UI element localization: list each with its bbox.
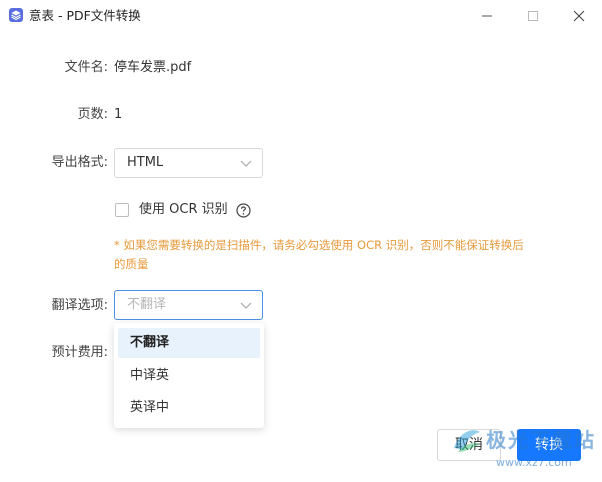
dropdown-option-no-translate[interactable]: 不翻译 (118, 328, 260, 358)
minimize-icon (482, 15, 492, 17)
format-select-value: HTML (127, 155, 164, 170)
cancel-button[interactable]: 取消 (437, 429, 501, 461)
translate-select[interactable]: 不翻译 (114, 290, 263, 320)
dropdown-option-en-zh[interactable]: 英译中 (118, 393, 260, 423)
ocr-checkbox[interactable] (115, 203, 129, 217)
translate-dropdown: 不翻译 中译英 英译中 (114, 323, 264, 428)
format-label: 导出格式: (51, 155, 108, 170)
maximize-button[interactable] (510, 0, 556, 32)
chevron-down-icon (240, 160, 252, 167)
ocr-label[interactable]: 使用 OCR 识别 (139, 202, 228, 218)
translate-label: 翻译选项: (51, 298, 108, 313)
pages-label: 页数: (77, 107, 108, 122)
pdf-convert-dialog: 意表 - PDF文件转换 文件名: 停车发票.pdf 页数: 1 导出格式: H… (0, 0, 602, 482)
layers-icon (9, 8, 23, 22)
filename-label: 文件名: (64, 60, 108, 75)
title-bar: 意表 - PDF文件转换 (0, 0, 602, 32)
help-icon[interactable] (236, 203, 251, 218)
minimize-button[interactable] (464, 0, 510, 32)
cost-label: 预计费用: (51, 345, 108, 360)
format-select[interactable]: HTML (114, 148, 263, 178)
window-title: 意表 - PDF文件转换 (29, 8, 141, 23)
pages-value: 1 (114, 107, 123, 122)
close-button[interactable] (556, 0, 602, 32)
ocr-warning: * 如果您需要转换的是扫描件，请务必勾选使用 OCR 识别，否则不能保证转换后的… (114, 238, 524, 271)
translate-select-placeholder: 不翻译 (127, 297, 167, 312)
chevron-down-icon (240, 302, 252, 309)
close-icon (573, 10, 585, 22)
filename-value: 停车发票.pdf (114, 60, 192, 75)
convert-button[interactable]: 转换 (517, 429, 581, 461)
maximize-icon (528, 11, 538, 21)
dropdown-option-zh-en[interactable]: 中译英 (118, 361, 260, 391)
